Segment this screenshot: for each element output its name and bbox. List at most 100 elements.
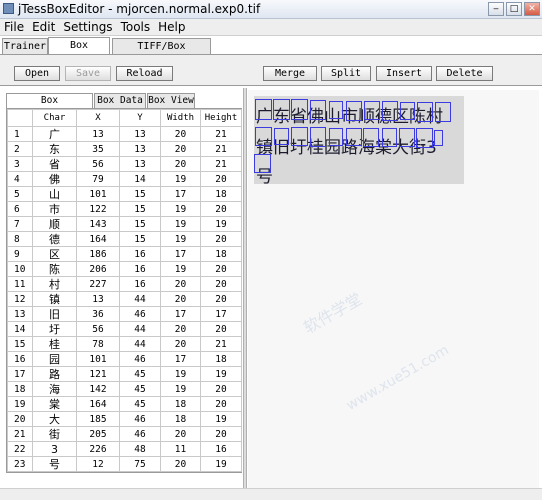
- cell-y[interactable]: 13: [119, 126, 161, 142]
- cell-row-index[interactable]: 19: [7, 396, 33, 412]
- cell-char[interactable]: 3: [32, 441, 77, 457]
- cell-row-index[interactable]: 13: [7, 306, 33, 322]
- cell-row-index[interactable]: 15: [7, 336, 33, 352]
- cell-width[interactable]: 17: [160, 351, 201, 367]
- char-box[interactable]: [433, 130, 444, 147]
- char-box[interactable]: [310, 100, 327, 120]
- split-button[interactable]: Split: [321, 66, 371, 81]
- cell-y[interactable]: 46: [119, 411, 161, 427]
- cell-y[interactable]: 13: [119, 156, 161, 172]
- cell-x[interactable]: 186: [76, 246, 120, 262]
- char-box[interactable]: [364, 101, 381, 120]
- cell-width[interactable]: 20: [160, 426, 201, 442]
- cell-y[interactable]: 45: [119, 366, 161, 382]
- cell-row-index[interactable]: 8: [7, 231, 33, 247]
- tab-box-view[interactable]: Box View: [147, 93, 195, 108]
- cell-height[interactable]: 20: [200, 426, 242, 442]
- table-row[interactable]: 1 广 13 13 20 21: [7, 126, 242, 142]
- menu-tools[interactable]: Tools: [117, 19, 155, 34]
- char-box[interactable]: [291, 99, 308, 120]
- table-row[interactable]: 21 街 205 46 20 20: [7, 426, 242, 442]
- char-box[interactable]: [400, 102, 415, 120]
- cell-row-index[interactable]: 21: [7, 426, 33, 442]
- cell-y[interactable]: 46: [119, 351, 161, 367]
- table-row[interactable]: 20 大 185 46 18 19: [7, 411, 242, 427]
- menu-file[interactable]: File: [0, 19, 28, 34]
- reload-button[interactable]: Reload: [116, 66, 173, 81]
- cell-width[interactable]: 17: [160, 186, 201, 202]
- column-header-x[interactable]: X: [76, 109, 120, 127]
- cell-height[interactable]: 17: [200, 306, 242, 322]
- table-row[interactable]: 11 村 227 16 20 20: [7, 276, 242, 292]
- cell-row-index[interactable]: 5: [7, 186, 33, 202]
- merge-button[interactable]: Merge: [263, 66, 317, 81]
- cell-char[interactable]: 山: [32, 186, 77, 202]
- cell-width[interactable]: 17: [160, 246, 201, 262]
- cell-y[interactable]: 46: [119, 306, 161, 322]
- cell-row-index[interactable]: 16: [7, 351, 33, 367]
- cell-char[interactable]: 棠: [32, 396, 77, 412]
- table-row[interactable]: 22 3 226 48 11 16: [7, 441, 242, 457]
- tab-trainer[interactable]: Trainer: [2, 38, 48, 54]
- cell-width[interactable]: 18: [160, 396, 201, 412]
- insert-button[interactable]: Insert: [376, 66, 432, 81]
- cell-width[interactable]: 18: [160, 411, 201, 427]
- table-row[interactable]: 10 陈 206 16 19 20: [7, 261, 242, 277]
- cell-x[interactable]: 56: [76, 156, 120, 172]
- cell-x[interactable]: 205: [76, 426, 120, 442]
- cell-x[interactable]: 79: [76, 171, 120, 187]
- table-row[interactable]: 15 桂 78 44 20 21: [7, 336, 242, 352]
- split-pane-divider[interactable]: [243, 88, 247, 488]
- cell-x[interactable]: 13: [76, 291, 120, 307]
- tab-box-editor[interactable]: Box Editor: [48, 37, 110, 66]
- cell-x[interactable]: 226: [76, 441, 120, 457]
- cell-height[interactable]: 18: [200, 246, 242, 262]
- char-box[interactable]: [274, 128, 289, 146]
- cell-row-index[interactable]: 7: [7, 216, 33, 232]
- table-row[interactable]: 9 区 186 16 17 18: [7, 246, 242, 262]
- char-box[interactable]: [381, 101, 398, 121]
- cell-char[interactable]: 旧: [32, 306, 77, 322]
- open-button[interactable]: Open: [14, 66, 60, 81]
- cell-x[interactable]: 101: [76, 351, 120, 367]
- cell-y[interactable]: 13: [119, 141, 161, 157]
- cell-height[interactable]: 16: [200, 441, 242, 457]
- cell-width[interactable]: 20: [160, 126, 201, 142]
- cell-char[interactable]: 区: [32, 246, 77, 262]
- cell-height[interactable]: 19: [200, 216, 242, 232]
- cell-height[interactable]: 18: [200, 186, 242, 202]
- cell-char[interactable]: 海: [32, 381, 77, 397]
- cell-height[interactable]: 18: [200, 351, 242, 367]
- close-icon[interactable]: ✕: [524, 2, 540, 16]
- table-row[interactable]: 14 圩 56 44 20 20: [7, 321, 242, 337]
- cell-height[interactable]: 20: [200, 321, 242, 337]
- cell-y[interactable]: 44: [119, 291, 161, 307]
- cell-char[interactable]: 桂: [32, 336, 77, 352]
- cell-row-index[interactable]: 4: [7, 171, 33, 187]
- menu-edit[interactable]: Edit: [28, 19, 59, 34]
- char-box[interactable]: [345, 127, 362, 147]
- char-box[interactable]: [273, 99, 291, 120]
- cell-y[interactable]: 45: [119, 381, 161, 397]
- cell-width[interactable]: 20: [160, 276, 201, 292]
- cell-width[interactable]: 17: [160, 306, 201, 322]
- cell-y[interactable]: 16: [119, 261, 161, 277]
- maximize-icon[interactable]: □: [506, 2, 522, 16]
- char-box[interactable]: [417, 102, 433, 122]
- cell-x[interactable]: 35: [76, 141, 120, 157]
- save-button[interactable]: Save: [65, 66, 111, 81]
- cell-x[interactable]: 142: [76, 381, 120, 397]
- cell-width[interactable]: 19: [160, 171, 201, 187]
- table-row[interactable]: 12 镇 13 44 20 20: [7, 291, 242, 307]
- cell-y[interactable]: 75: [119, 456, 161, 472]
- char-box[interactable]: [328, 101, 344, 120]
- cell-y[interactable]: 15: [119, 216, 161, 232]
- cell-row-index[interactable]: 6: [7, 201, 33, 217]
- char-box[interactable]: [363, 127, 380, 148]
- delete-button[interactable]: Delete: [436, 66, 493, 81]
- cell-height[interactable]: 20: [200, 291, 242, 307]
- cell-width[interactable]: 20: [160, 141, 201, 157]
- cell-x[interactable]: 122: [76, 201, 120, 217]
- table-row[interactable]: 4 佛 79 14 19 20: [7, 171, 242, 187]
- cell-row-index[interactable]: 14: [7, 321, 33, 337]
